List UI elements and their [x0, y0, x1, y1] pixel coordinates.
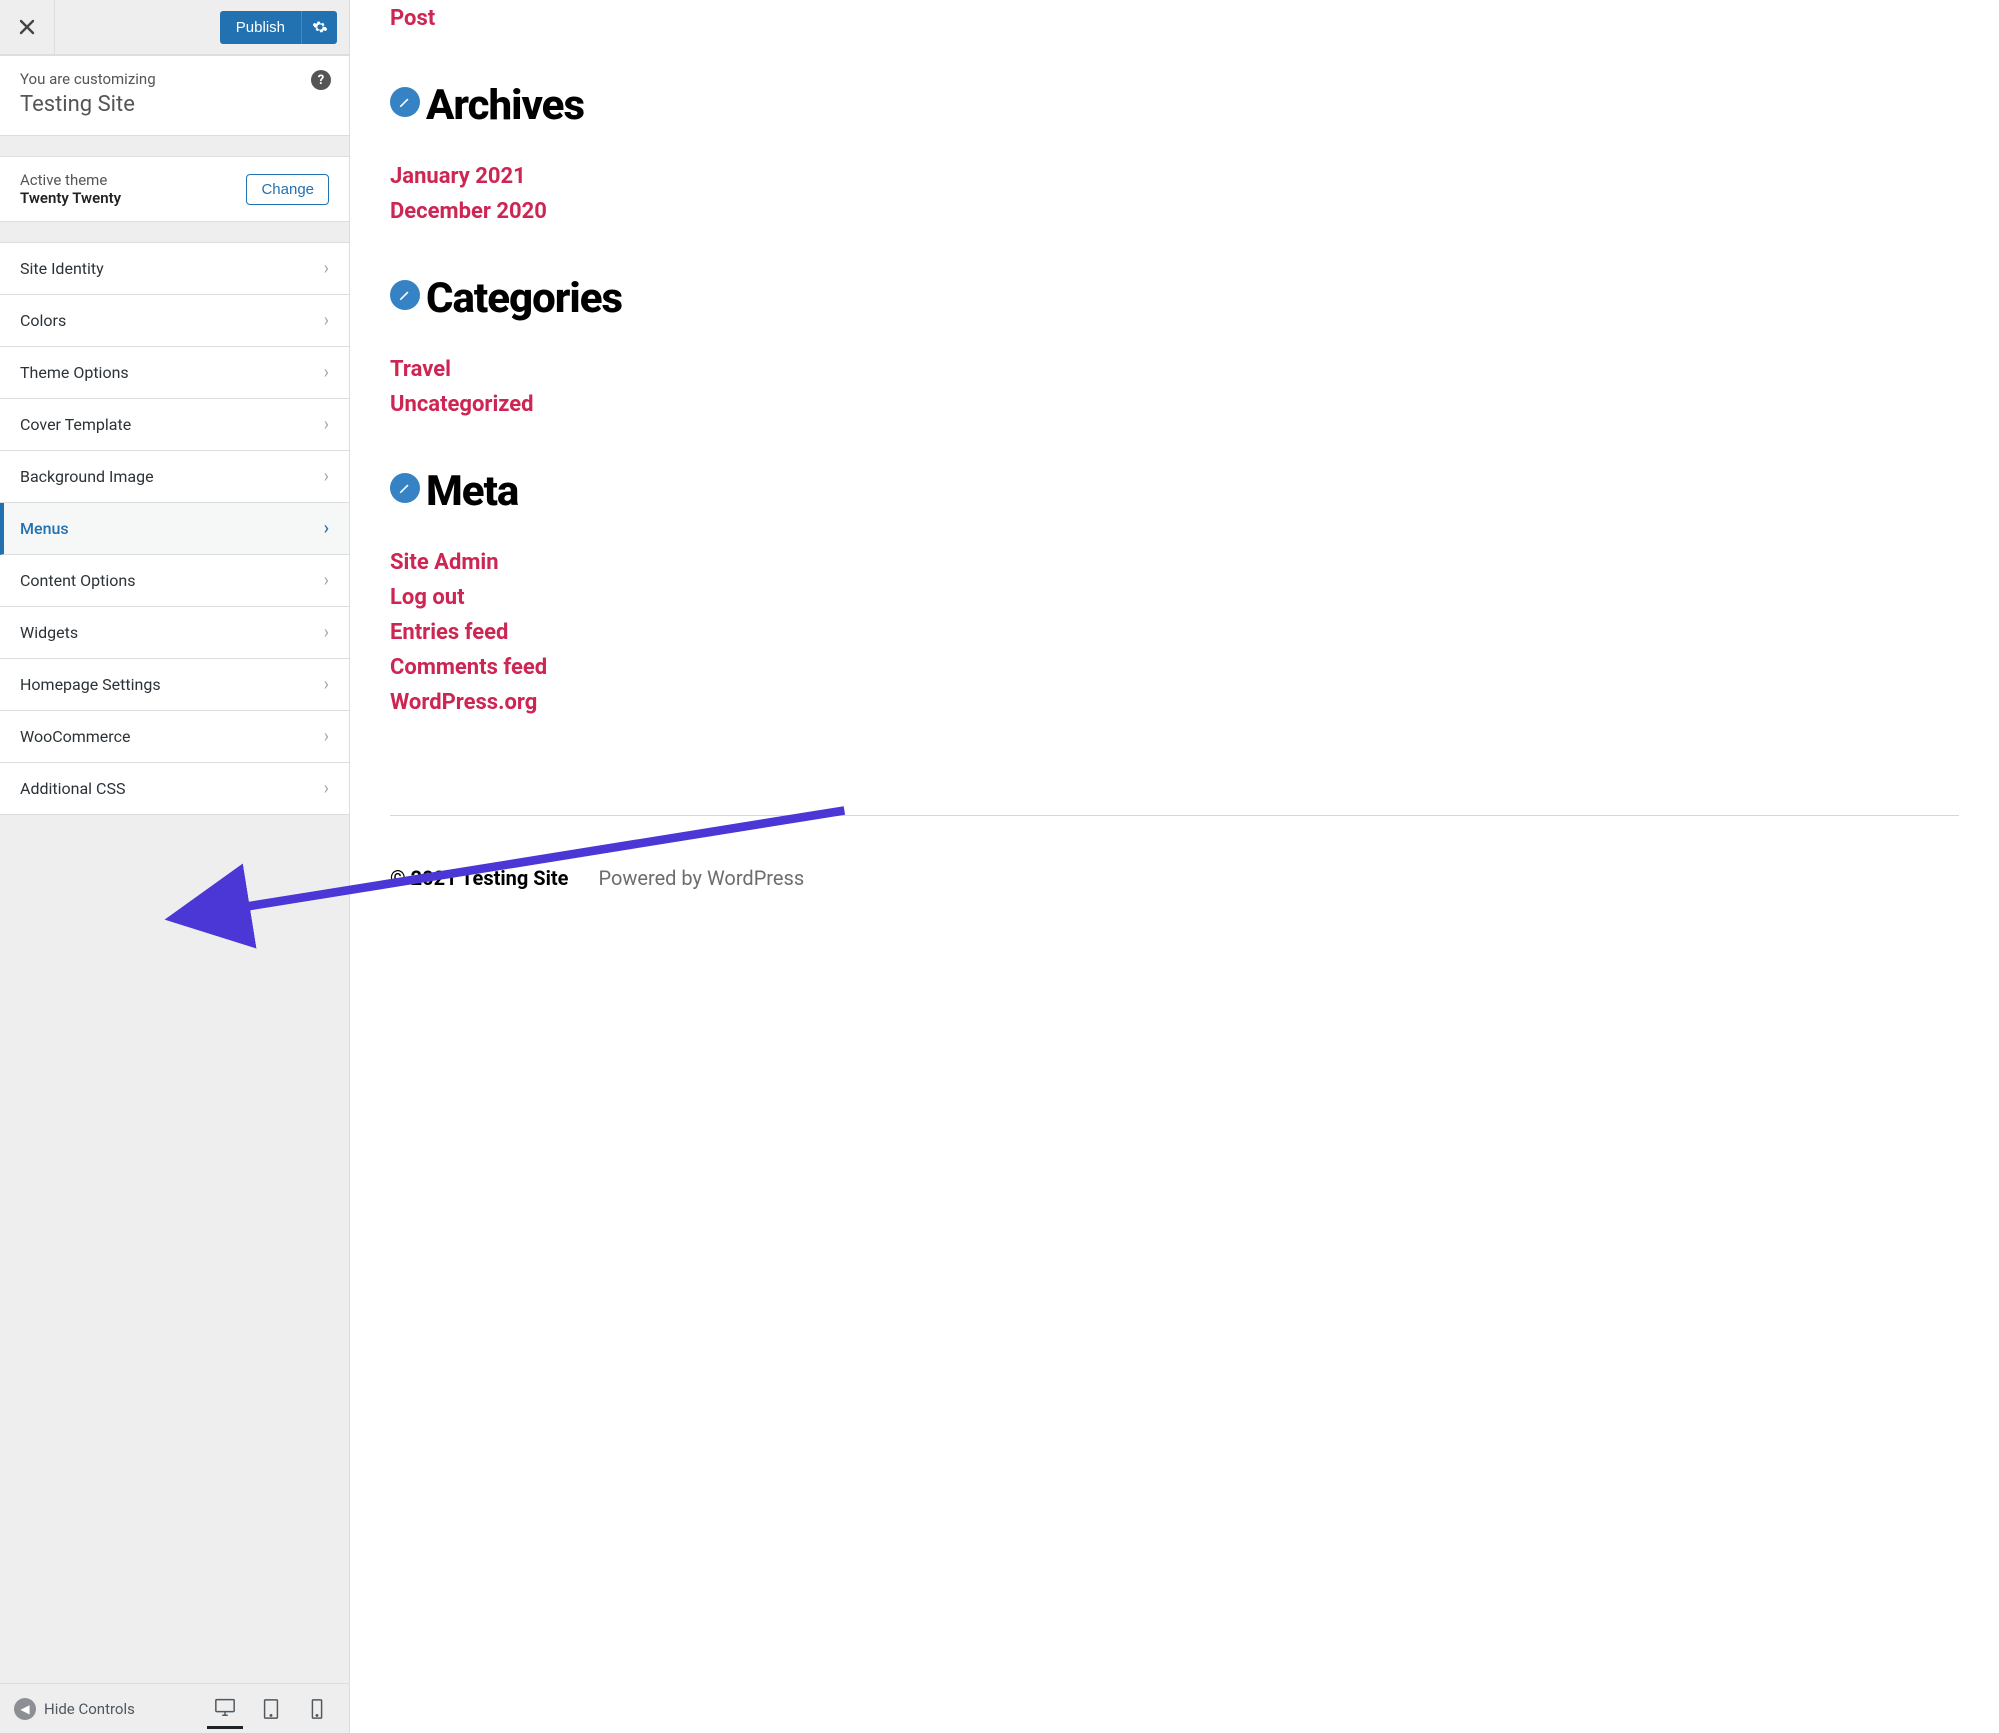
meta-heading: Meta — [426, 467, 518, 516]
post-link[interactable]: Post — [390, 0, 1959, 31]
archive-link[interactable]: December 2020 — [390, 199, 1959, 224]
chevron-right-icon: › — [324, 674, 329, 695]
customizing-label: You are customizing — [20, 70, 329, 88]
site-name-label: Testing Site — [20, 92, 329, 117]
section-label: Content Options — [20, 571, 135, 590]
device-preview-bar: ◀ Hide Controls — [0, 1683, 349, 1733]
preview-pane[interactable]: Post Archives January 2021 December 2020… — [350, 0, 1999, 1733]
meta-link[interactable]: WordPress.org — [390, 690, 1959, 715]
active-theme-label: Active theme — [20, 171, 121, 189]
chevron-right-icon: › — [324, 414, 329, 435]
section-site-identity[interactable]: Site Identity › — [0, 243, 349, 295]
collapse-left-icon: ◀ — [14, 1698, 36, 1720]
section-homepage-settings[interactable]: Homepage Settings › — [0, 659, 349, 711]
archives-heading: Archives — [426, 81, 584, 130]
footer-powered-by[interactable]: Powered by WordPress — [598, 866, 804, 890]
chevron-right-icon: › — [324, 726, 329, 747]
widget-meta: Meta Site Admin Log out Entries feed Com… — [390, 467, 1959, 715]
customizer-sections: Site Identity › Colors › Theme Options › Co… — [0, 242, 349, 815]
section-cover-template[interactable]: Cover Template › — [0, 399, 349, 451]
close-customizer-button[interactable] — [0, 0, 55, 55]
pencil-icon — [398, 481, 412, 495]
widget-categories: Categories Travel Uncategorized — [390, 274, 1959, 417]
help-button[interactable]: ? — [311, 70, 331, 90]
hide-controls-label: Hide Controls — [44, 1700, 135, 1718]
chevron-right-icon: › — [324, 518, 329, 539]
device-tablet-button[interactable] — [253, 1689, 289, 1729]
section-label: Widgets — [20, 623, 78, 642]
meta-link[interactable]: Log out — [390, 585, 1959, 610]
meta-link[interactable]: Comments feed — [390, 655, 1959, 680]
section-widgets[interactable]: Widgets › — [0, 607, 349, 659]
section-label: Background Image — [20, 467, 154, 486]
customizer-sidebar: Publish You are customizing Testing Site… — [0, 0, 350, 1733]
publish-button-group: Publish — [220, 11, 337, 44]
footer-copyright: © 2021 Testing Site — [390, 866, 568, 890]
section-background-image[interactable]: Background Image › — [0, 451, 349, 503]
tablet-icon — [260, 1698, 282, 1720]
publish-settings-button[interactable] — [301, 11, 337, 44]
desktop-icon — [214, 1696, 236, 1718]
section-woocommerce[interactable]: WooCommerce › — [0, 711, 349, 763]
chevron-right-icon: › — [324, 362, 329, 383]
section-additional-css[interactable]: Additional CSS › — [0, 763, 349, 815]
device-desktop-button[interactable] — [207, 1689, 243, 1729]
section-label: Theme Options — [20, 363, 129, 382]
pencil-icon — [398, 95, 412, 109]
sidebar-header: Publish — [0, 0, 349, 55]
section-label: Additional CSS — [20, 779, 125, 798]
gear-icon — [312, 19, 328, 35]
chevron-right-icon: › — [324, 466, 329, 487]
chevron-right-icon: › — [324, 622, 329, 643]
section-label: WooCommerce — [20, 727, 130, 746]
section-label: Site Identity — [20, 259, 104, 278]
pencil-icon — [398, 288, 412, 302]
edit-widget-archives-button[interactable] — [390, 87, 420, 117]
change-theme-button[interactable]: Change — [246, 174, 329, 205]
section-menus[interactable]: Menus › — [0, 503, 349, 555]
chevron-right-icon: › — [324, 310, 329, 331]
section-label: Cover Template — [20, 415, 131, 434]
edit-widget-meta-button[interactable] — [390, 473, 420, 503]
chevron-right-icon: › — [324, 778, 329, 799]
section-label: Homepage Settings — [20, 675, 161, 694]
customizing-info: You are customizing Testing Site ? — [0, 55, 349, 136]
edit-widget-categories-button[interactable] — [390, 280, 420, 310]
archive-link[interactable]: January 2021 — [390, 164, 1959, 189]
widget-archives: Archives January 2021 December 2020 — [390, 81, 1959, 224]
meta-link[interactable]: Site Admin — [390, 550, 1959, 575]
category-link[interactable]: Uncategorized — [390, 392, 1959, 417]
mobile-icon — [306, 1698, 328, 1720]
device-mobile-button[interactable] — [299, 1689, 335, 1729]
publish-button[interactable]: Publish — [220, 11, 301, 44]
categories-heading: Categories — [426, 274, 622, 323]
close-icon — [19, 19, 35, 35]
theme-name: Twenty Twenty — [20, 189, 121, 207]
meta-link[interactable]: Entries feed — [390, 620, 1959, 645]
category-link[interactable]: Travel — [390, 357, 1959, 382]
hide-controls-button[interactable]: ◀ Hide Controls — [14, 1698, 197, 1720]
section-content-options[interactable]: Content Options › — [0, 555, 349, 607]
active-theme-panel: Active theme Twenty Twenty Change — [0, 156, 349, 222]
section-label: Menus — [20, 519, 69, 538]
chevron-right-icon: › — [324, 570, 329, 591]
section-label: Colors — [20, 311, 66, 330]
chevron-right-icon: › — [324, 258, 329, 279]
section-theme-options[interactable]: Theme Options › — [0, 347, 349, 399]
section-colors[interactable]: Colors › — [0, 295, 349, 347]
preview-footer: © 2021 Testing Site Powered by WordPress — [390, 815, 1959, 890]
